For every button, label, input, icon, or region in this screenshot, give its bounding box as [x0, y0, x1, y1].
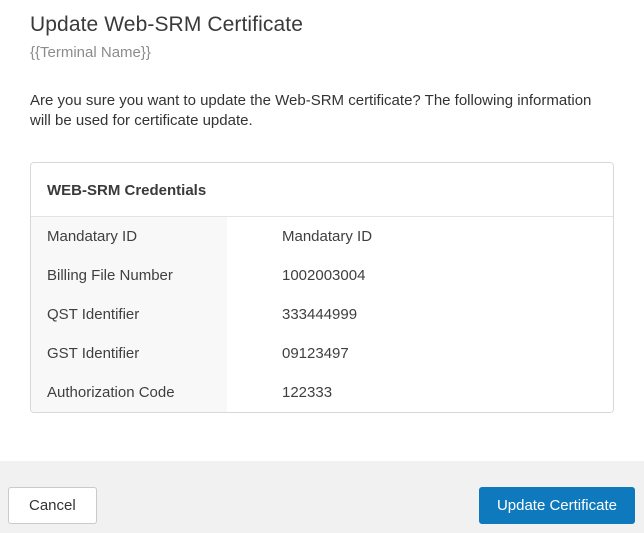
credential-label: QST Identifier	[31, 295, 227, 335]
dialog-footer: Cancel Update Certificate	[0, 461, 644, 533]
confirmation-message: Are you sure you want to update the Web-…	[30, 92, 592, 129]
credential-label: Mandatary ID	[31, 217, 227, 257]
credential-label: GST Identifier	[31, 334, 227, 374]
cancel-button[interactable]: Cancel	[8, 487, 97, 524]
credential-label: Billing File Number	[31, 256, 227, 296]
update-certificate-dialog: Update Web-SRM Certificate {{Terminal Na…	[0, 0, 644, 533]
table-row-gst-identifier: GST Identifier 09123497	[31, 334, 613, 374]
dialog-content: Update Web-SRM Certificate {{Terminal Na…	[0, 0, 644, 461]
terminal-name-placeholder: {{Terminal Name}}	[30, 44, 151, 62]
update-certificate-button[interactable]: Update Certificate	[478, 487, 635, 524]
credentials-card-header: WEB-SRM Credentials	[31, 163, 613, 218]
dialog-title: Update Web-SRM Certificate	[30, 13, 303, 36]
table-row-qst-identifier: QST Identifier 333444999	[31, 295, 613, 335]
credential-label: Authorization Code	[31, 373, 227, 413]
credential-value: 1002003004	[227, 256, 613, 296]
table-row-billing-file-number: Billing File Number 1002003004	[31, 256, 613, 296]
table-row-authorization-code: Authorization Code 122333	[31, 373, 613, 413]
table-row-mandatary-id: Mandatary ID Mandatary ID	[31, 217, 613, 257]
credential-value: 333444999	[227, 295, 613, 335]
credential-value: 122333	[227, 373, 613, 413]
web-srm-credentials-card: WEB-SRM Credentials Mandatary ID Mandata…	[30, 162, 614, 414]
credential-value: 09123497	[227, 334, 613, 374]
credential-value: Mandatary ID	[227, 217, 613, 257]
